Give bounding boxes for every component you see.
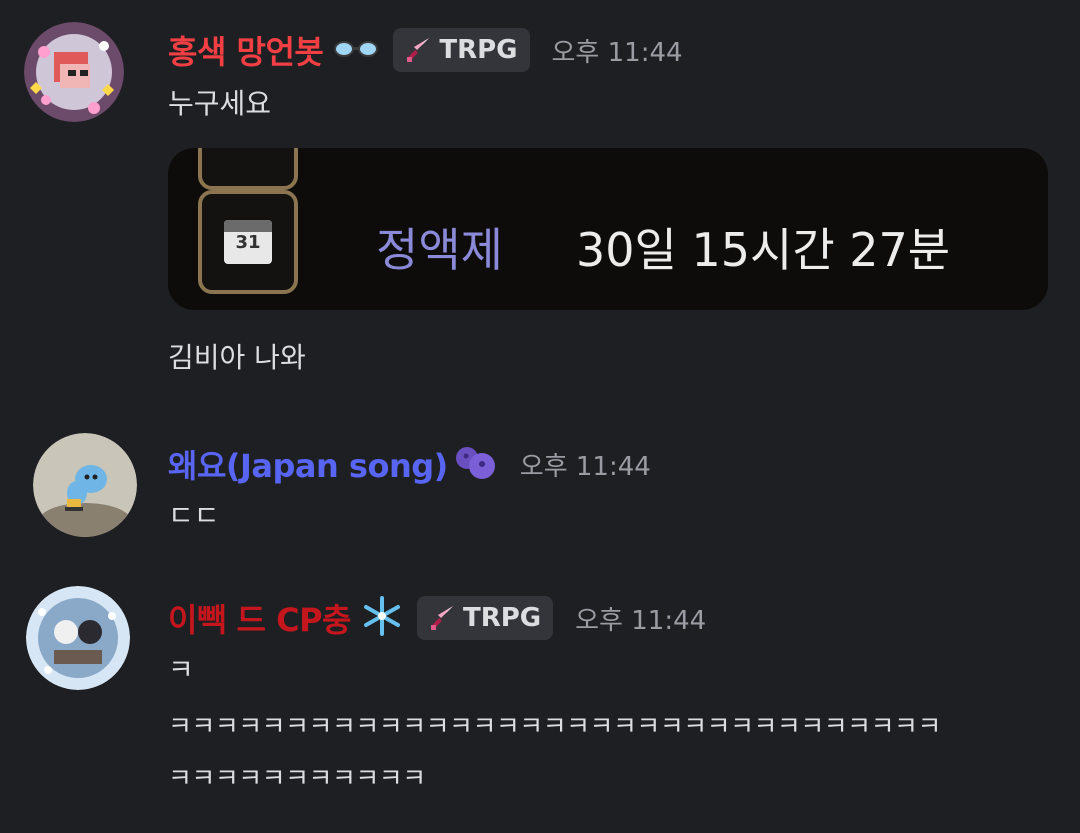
avatar[interactable] bbox=[26, 586, 130, 690]
avatar[interactable] bbox=[33, 433, 137, 537]
image-attachment[interactable]: 31 정액제 30일 15시간 27분 bbox=[168, 148, 1048, 310]
username[interactable]: 왜요(Japan song) bbox=[168, 441, 448, 487]
timestamp: 오후 11:44 bbox=[551, 37, 683, 68]
message-header: 이빽 드 CP충 TRPG 오후 11:44 bbox=[168, 594, 706, 642]
glasses-emoji-icon bbox=[333, 37, 379, 63]
message-header: 홍색 망언봇 TRPG 오후 11:44 bbox=[168, 26, 683, 74]
timestamp: 오후 11:44 bbox=[575, 605, 707, 636]
message-text: ㅋㅋㅋㅋㅋㅋㅋㅋㅋㅋㅋ bbox=[168, 764, 426, 794]
username[interactable]: 이빽 드 CP충 bbox=[168, 595, 351, 641]
event-time: 30일 15시간 27분 bbox=[576, 223, 951, 277]
message-text: ㅋ bbox=[168, 653, 194, 686]
badge-label: TRPG bbox=[462, 603, 542, 633]
calendar-day: 31 bbox=[235, 232, 261, 253]
timestamp: 오후 11:44 bbox=[519, 451, 651, 482]
role-badge[interactable]: TRPG bbox=[416, 596, 554, 640]
username[interactable]: 홍색 망언봇 bbox=[168, 27, 324, 73]
message-header: 왜요(Japan song) 오후 11:44 bbox=[168, 440, 651, 488]
snowflake-emoji-icon bbox=[361, 595, 403, 641]
message-text: ㄷㄷ bbox=[168, 499, 220, 532]
message-text: 김비아 나와 bbox=[168, 341, 306, 374]
badge-label: TRPG bbox=[439, 35, 518, 65]
sword-icon bbox=[427, 603, 457, 633]
role-badge[interactable]: TRPG bbox=[393, 28, 530, 72]
avatar[interactable] bbox=[24, 22, 124, 122]
event-name: 정액제 bbox=[376, 223, 503, 277]
message-text: ㅋㅋㅋㅋㅋㅋㅋㅋㅋㅋㅋㅋㅋㅋㅋㅋㅋㅋㅋㅋㅋㅋㅋㅋㅋㅋㅋㅋㅋㅋㅋㅋㅋ bbox=[168, 712, 941, 742]
calendar-icon: 31 bbox=[198, 190, 298, 294]
sword-icon bbox=[403, 35, 433, 65]
blueberries-emoji-icon bbox=[452, 442, 498, 486]
calendar-frame-partial bbox=[198, 148, 298, 190]
message-text: 누구세요 bbox=[168, 87, 272, 120]
